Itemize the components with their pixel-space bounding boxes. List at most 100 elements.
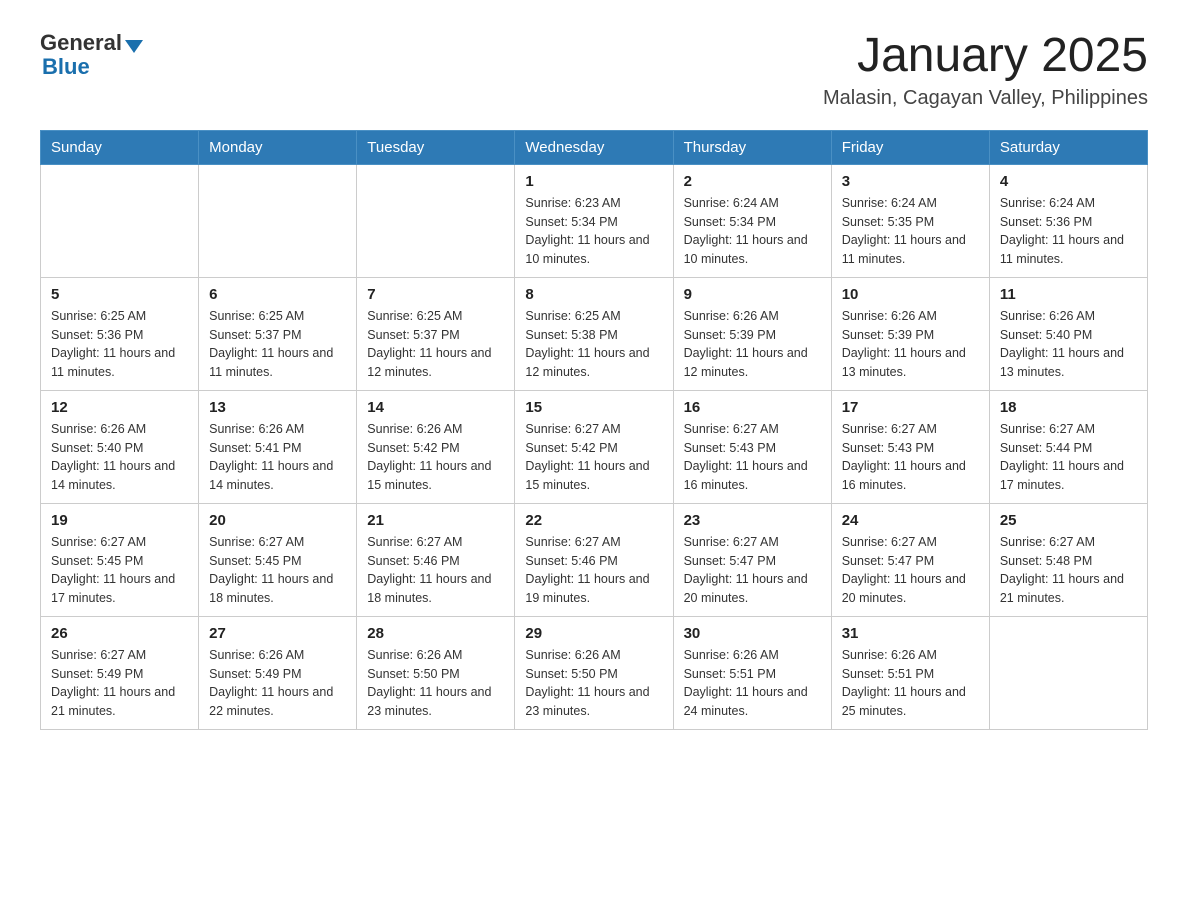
day-info: Sunrise: 6:27 AMSunset: 5:42 PMDaylight:… [525, 422, 649, 492]
calendar-cell: 16 Sunrise: 6:27 AMSunset: 5:43 PMDaylig… [673, 390, 831, 503]
col-header-saturday: Saturday [989, 130, 1147, 164]
calendar-cell: 22 Sunrise: 6:27 AMSunset: 5:46 PMDaylig… [515, 503, 673, 616]
day-number: 24 [842, 512, 979, 529]
day-number: 8 [525, 286, 662, 303]
calendar-cell: 11 Sunrise: 6:26 AMSunset: 5:40 PMDaylig… [989, 277, 1147, 390]
day-number: 2 [684, 173, 821, 190]
day-info: Sunrise: 6:27 AMSunset: 5:43 PMDaylight:… [684, 422, 808, 492]
day-number: 29 [525, 625, 662, 642]
calendar-cell: 14 Sunrise: 6:26 AMSunset: 5:42 PMDaylig… [357, 390, 515, 503]
day-info: Sunrise: 6:27 AMSunset: 5:47 PMDaylight:… [842, 535, 966, 605]
day-info: Sunrise: 6:25 AMSunset: 5:38 PMDaylight:… [525, 309, 649, 379]
day-number: 6 [209, 286, 346, 303]
calendar-week-row: 26 Sunrise: 6:27 AMSunset: 5:49 PMDaylig… [41, 616, 1148, 729]
day-number: 5 [51, 286, 188, 303]
day-number: 23 [684, 512, 821, 529]
calendar-cell: 1 Sunrise: 6:23 AMSunset: 5:34 PMDayligh… [515, 164, 673, 277]
location-title: Malasin, Cagayan Valley, Philippines [823, 87, 1148, 110]
day-info: Sunrise: 6:26 AMSunset: 5:40 PMDaylight:… [1000, 309, 1124, 379]
calendar-cell: 5 Sunrise: 6:25 AMSunset: 5:36 PMDayligh… [41, 277, 199, 390]
title-block: January 2025 Malasin, Cagayan Valley, Ph… [823, 30, 1148, 110]
calendar-cell: 23 Sunrise: 6:27 AMSunset: 5:47 PMDaylig… [673, 503, 831, 616]
day-info: Sunrise: 6:26 AMSunset: 5:41 PMDaylight:… [209, 422, 333, 492]
day-number: 3 [842, 173, 979, 190]
day-number: 10 [842, 286, 979, 303]
day-number: 30 [684, 625, 821, 642]
day-info: Sunrise: 6:27 AMSunset: 5:49 PMDaylight:… [51, 648, 175, 718]
day-info: Sunrise: 6:26 AMSunset: 5:40 PMDaylight:… [51, 422, 175, 492]
calendar-cell: 19 Sunrise: 6:27 AMSunset: 5:45 PMDaylig… [41, 503, 199, 616]
calendar-cell [41, 164, 199, 277]
calendar-cell: 12 Sunrise: 6:26 AMSunset: 5:40 PMDaylig… [41, 390, 199, 503]
day-info: Sunrise: 6:27 AMSunset: 5:45 PMDaylight:… [209, 535, 333, 605]
day-number: 27 [209, 625, 346, 642]
day-info: Sunrise: 6:27 AMSunset: 5:48 PMDaylight:… [1000, 535, 1124, 605]
day-info: Sunrise: 6:24 AMSunset: 5:35 PMDaylight:… [842, 196, 966, 266]
calendar-cell: 10 Sunrise: 6:26 AMSunset: 5:39 PMDaylig… [831, 277, 989, 390]
page-header: General Blue January 2025 Malasin, Cagay… [40, 30, 1148, 110]
day-number: 7 [367, 286, 504, 303]
day-number: 26 [51, 625, 188, 642]
day-number: 25 [1000, 512, 1137, 529]
calendar-header-row: SundayMondayTuesdayWednesdayThursdayFrid… [41, 130, 1148, 164]
day-number: 22 [525, 512, 662, 529]
col-header-tuesday: Tuesday [357, 130, 515, 164]
day-info: Sunrise: 6:26 AMSunset: 5:39 PMDaylight:… [684, 309, 808, 379]
day-number: 17 [842, 399, 979, 416]
calendar-cell: 27 Sunrise: 6:26 AMSunset: 5:49 PMDaylig… [199, 616, 357, 729]
calendar-cell: 25 Sunrise: 6:27 AMSunset: 5:48 PMDaylig… [989, 503, 1147, 616]
day-number: 28 [367, 625, 504, 642]
day-number: 16 [684, 399, 821, 416]
calendar-week-row: 19 Sunrise: 6:27 AMSunset: 5:45 PMDaylig… [41, 503, 1148, 616]
calendar-cell: 21 Sunrise: 6:27 AMSunset: 5:46 PMDaylig… [357, 503, 515, 616]
calendar-cell: 29 Sunrise: 6:26 AMSunset: 5:50 PMDaylig… [515, 616, 673, 729]
day-number: 11 [1000, 286, 1137, 303]
calendar-cell [989, 616, 1147, 729]
day-info: Sunrise: 6:26 AMSunset: 5:51 PMDaylight:… [842, 648, 966, 718]
day-number: 4 [1000, 173, 1137, 190]
day-info: Sunrise: 6:25 AMSunset: 5:36 PMDaylight:… [51, 309, 175, 379]
day-number: 14 [367, 399, 504, 416]
day-info: Sunrise: 6:27 AMSunset: 5:44 PMDaylight:… [1000, 422, 1124, 492]
logo-general-text: General [40, 30, 122, 56]
day-number: 9 [684, 286, 821, 303]
day-number: 13 [209, 399, 346, 416]
day-number: 1 [525, 173, 662, 190]
day-number: 15 [525, 399, 662, 416]
day-number: 31 [842, 625, 979, 642]
calendar-cell: 20 Sunrise: 6:27 AMSunset: 5:45 PMDaylig… [199, 503, 357, 616]
calendar-cell [199, 164, 357, 277]
calendar-cell: 3 Sunrise: 6:24 AMSunset: 5:35 PMDayligh… [831, 164, 989, 277]
calendar-week-row: 1 Sunrise: 6:23 AMSunset: 5:34 PMDayligh… [41, 164, 1148, 277]
day-info: Sunrise: 6:25 AMSunset: 5:37 PMDaylight:… [367, 309, 491, 379]
day-info: Sunrise: 6:26 AMSunset: 5:39 PMDaylight:… [842, 309, 966, 379]
col-header-sunday: Sunday [41, 130, 199, 164]
day-info: Sunrise: 6:26 AMSunset: 5:42 PMDaylight:… [367, 422, 491, 492]
logo: General Blue [40, 30, 143, 80]
day-info: Sunrise: 6:27 AMSunset: 5:45 PMDaylight:… [51, 535, 175, 605]
day-info: Sunrise: 6:27 AMSunset: 5:43 PMDaylight:… [842, 422, 966, 492]
day-number: 21 [367, 512, 504, 529]
day-number: 18 [1000, 399, 1137, 416]
calendar-cell: 13 Sunrise: 6:26 AMSunset: 5:41 PMDaylig… [199, 390, 357, 503]
day-number: 19 [51, 512, 188, 529]
calendar-cell: 7 Sunrise: 6:25 AMSunset: 5:37 PMDayligh… [357, 277, 515, 390]
calendar-cell: 2 Sunrise: 6:24 AMSunset: 5:34 PMDayligh… [673, 164, 831, 277]
day-info: Sunrise: 6:24 AMSunset: 5:36 PMDaylight:… [1000, 196, 1124, 266]
calendar-cell: 18 Sunrise: 6:27 AMSunset: 5:44 PMDaylig… [989, 390, 1147, 503]
calendar-cell: 9 Sunrise: 6:26 AMSunset: 5:39 PMDayligh… [673, 277, 831, 390]
col-header-wednesday: Wednesday [515, 130, 673, 164]
calendar-cell: 15 Sunrise: 6:27 AMSunset: 5:42 PMDaylig… [515, 390, 673, 503]
calendar-cell: 24 Sunrise: 6:27 AMSunset: 5:47 PMDaylig… [831, 503, 989, 616]
day-info: Sunrise: 6:27 AMSunset: 5:46 PMDaylight:… [367, 535, 491, 605]
calendar-cell: 30 Sunrise: 6:26 AMSunset: 5:51 PMDaylig… [673, 616, 831, 729]
calendar-cell: 6 Sunrise: 6:25 AMSunset: 5:37 PMDayligh… [199, 277, 357, 390]
col-header-monday: Monday [199, 130, 357, 164]
day-number: 20 [209, 512, 346, 529]
calendar-cell: 28 Sunrise: 6:26 AMSunset: 5:50 PMDaylig… [357, 616, 515, 729]
col-header-friday: Friday [831, 130, 989, 164]
col-header-thursday: Thursday [673, 130, 831, 164]
day-info: Sunrise: 6:26 AMSunset: 5:50 PMDaylight:… [525, 648, 649, 718]
day-info: Sunrise: 6:26 AMSunset: 5:49 PMDaylight:… [209, 648, 333, 718]
calendar-table: SundayMondayTuesdayWednesdayThursdayFrid… [40, 130, 1148, 730]
